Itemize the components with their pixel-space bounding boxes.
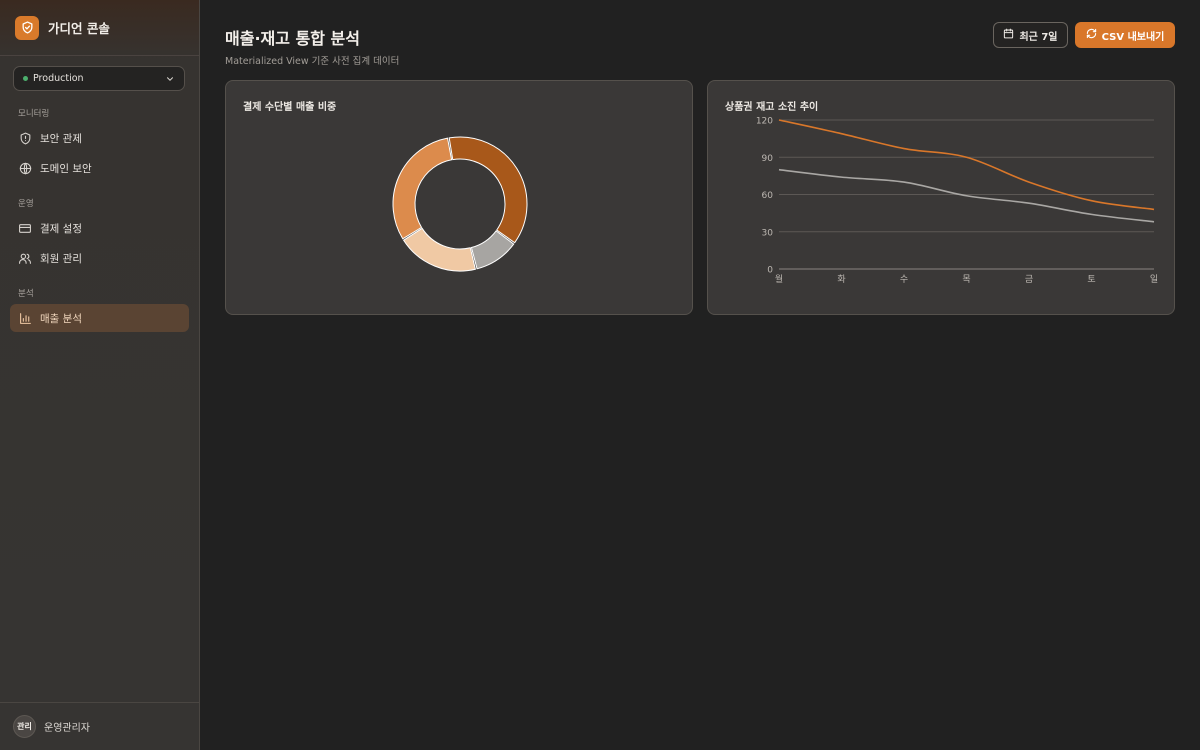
x-tick-label: 화 <box>837 274 845 285</box>
credit-card-icon <box>18 221 32 235</box>
environment-select[interactable]: Production <box>13 66 185 91</box>
status-dot <box>23 76 28 81</box>
y-tick-label: 0 <box>767 266 773 276</box>
x-tick-label: 일 <box>1150 274 1158 285</box>
sidebar-item-label: 보안 관제 <box>40 132 82 145</box>
page-subtitle: Materialized View 기준 사전 집계 데이터 <box>225 56 400 67</box>
sidebar-item-label: 결제 설정 <box>40 222 82 235</box>
shield-icon <box>18 131 32 145</box>
sidebar-item-payment-settings[interactable]: 결제 설정 <box>10 214 189 242</box>
payment-share-card: 결제 수단별 매출 비중 <box>225 80 693 315</box>
sidebar-item-label: 회원 관리 <box>40 252 82 265</box>
refresh-icon <box>1086 28 1097 42</box>
csv-export-label: CSV 내보내기 <box>1101 31 1165 43</box>
series-line <box>778 168 1155 223</box>
brand-name: 가디언 콘솔 <box>48 21 110 36</box>
donut-slice[interactable] <box>392 137 453 240</box>
y-tick-label: 90 <box>762 154 774 164</box>
sidebar-item-label: 매출 분석 <box>40 312 82 325</box>
csv-export-button[interactable]: CSV 내보내기 <box>1075 22 1175 48</box>
y-tick-label: 120 <box>756 117 773 127</box>
bar-chart-icon <box>18 311 32 325</box>
environment-label: Production <box>33 73 84 84</box>
sidebar-item-label: 도메인 보안 <box>40 162 92 175</box>
date-range-label: 최근 7일 <box>1019 31 1058 43</box>
section-label-monitoring: 모니터링 <box>18 109 50 119</box>
avatar: 관리 <box>13 715 36 738</box>
section-label-analytics: 분석 <box>18 289 34 299</box>
page-title: 매출·재고 통합 분석 <box>225 29 360 48</box>
x-tick-label: 월 <box>775 273 783 285</box>
calendar-icon <box>1003 28 1014 42</box>
donut-chart <box>392 136 528 272</box>
sidebar-item-member-management[interactable]: 회원 관리 <box>10 244 189 272</box>
sidebar-item-domain-security[interactable]: 도메인 보안 <box>10 154 189 182</box>
donut-slice[interactable] <box>402 227 476 272</box>
sidebar-item-sales-analysis[interactable]: 매출 분석 <box>10 304 189 332</box>
sidebar: 가디언 콘솔 Production 모니터링 보안 관제 도메인 보안 운영 결… <box>0 0 200 750</box>
brand-header: 가디언 콘솔 <box>0 0 199 56</box>
y-tick-label: 60 <box>762 191 774 201</box>
x-tick-label: 토 <box>1087 275 1095 285</box>
x-tick-label: 금 <box>1025 274 1033 285</box>
line-chart: 0 30 60 90 120 월 화 수 목 금 토 일 <box>756 117 1158 286</box>
voucher-stock-card: 상품권 재고 소진 추이 0 30 60 90 120 월 화 수 목 금 토 일 <box>707 80 1175 315</box>
globe-icon <box>18 161 32 175</box>
chevron-down-icon <box>165 69 175 88</box>
sidebar-item-security-monitoring[interactable]: 보안 관제 <box>10 124 189 152</box>
x-tick-label: 수 <box>900 274 908 285</box>
date-range-button[interactable]: 최근 7일 <box>993 22 1068 48</box>
users-icon <box>18 251 32 265</box>
x-tick-label: 목 <box>962 274 970 285</box>
user-profile[interactable]: 관리 운영관리자 <box>0 702 200 750</box>
section-label-operations: 운영 <box>18 199 34 209</box>
shield-logo-icon <box>15 15 39 40</box>
user-name: 운영관리자 <box>44 723 90 734</box>
y-tick-label: 30 <box>762 228 774 238</box>
donut-slice[interactable] <box>448 136 528 244</box>
